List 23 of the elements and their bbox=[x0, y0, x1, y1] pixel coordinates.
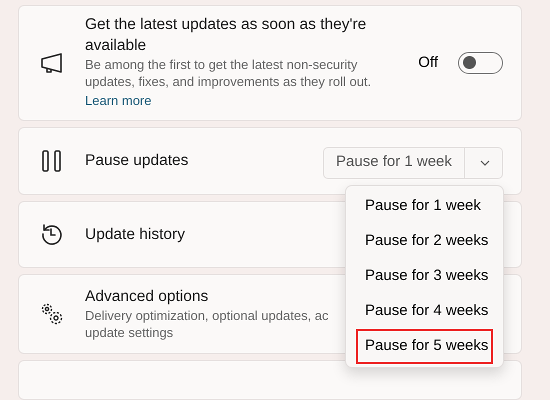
menu-item[interactable]: Pause for 5 weeks bbox=[356, 328, 493, 364]
menu-item[interactable]: Pause for 2 weeks bbox=[356, 224, 493, 259]
toggle-knob bbox=[463, 56, 476, 70]
history-icon bbox=[40, 222, 64, 246]
setting-title: Get the latest updates as soon as they're available bbox=[85, 15, 368, 56]
menu-item[interactable]: Pause for 4 weeks bbox=[356, 294, 493, 329]
pause-dropdown[interactable]: Pause for 1 week bbox=[323, 146, 503, 179]
setting-title: Advanced options bbox=[85, 287, 208, 308]
learn-more-link[interactable]: Learn more bbox=[85, 91, 152, 112]
dropdown-value: Pause for 1 week bbox=[335, 152, 453, 172]
toggle-switch[interactable] bbox=[458, 52, 503, 74]
chevron-down-icon bbox=[480, 160, 490, 166]
setting-description: Be among the first to get the latest non-security updates, fixes, and improvements as they roll out. bbox=[85, 56, 372, 90]
megaphone-icon bbox=[40, 52, 64, 74]
pause-icon bbox=[41, 150, 63, 172]
setting-description: update settings bbox=[85, 324, 174, 342]
setting-description: Delivery optimization, optional updates, ac bbox=[85, 307, 329, 324]
gears-icon bbox=[40, 302, 64, 326]
setting-title: Update history bbox=[85, 224, 185, 245]
toggle-state-label: Off bbox=[418, 52, 438, 73]
menu-item[interactable]: Pause for 3 weeks bbox=[356, 258, 493, 294]
setting-title: Pause updates bbox=[85, 151, 188, 172]
menu-item[interactable]: Pause for 1 week bbox=[356, 188, 493, 224]
